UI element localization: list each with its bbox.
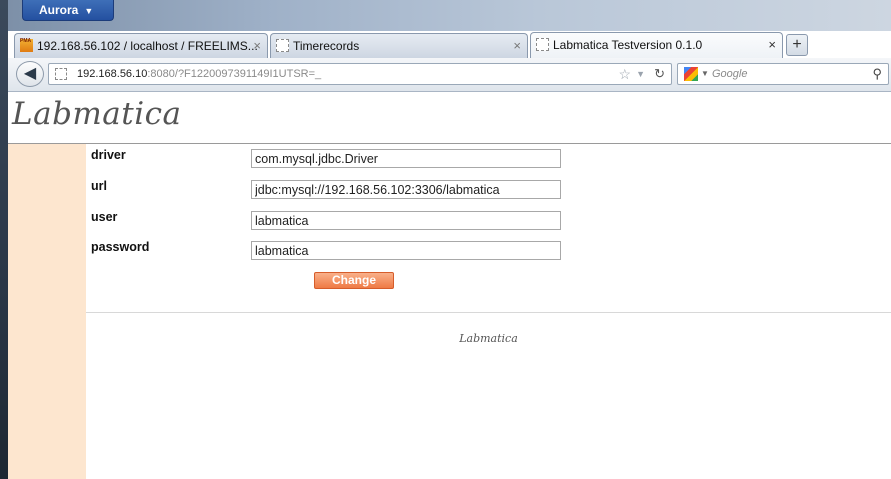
new-tab-button[interactable]: + <box>786 34 808 56</box>
field-row-driver: driver <box>86 144 891 168</box>
blank-page-icon <box>276 39 289 52</box>
tab-label: Labmatica Testversion 0.1.0 <box>553 38 703 52</box>
tab-strip: 192.168.56.102 / localhost / FREELIMS...… <box>8 31 891 59</box>
close-icon[interactable]: × <box>768 33 776 57</box>
address-bar[interactable]: 192.168.56.10:8080/?F1220097391149I1UTSR… <box>48 63 672 85</box>
phpmyadmin-icon <box>20 34 33 53</box>
back-arrow-icon[interactable]: ◀ <box>16 61 44 87</box>
reload-icon[interactable]: ↻ <box>654 64 665 84</box>
footer-divider <box>86 312 891 313</box>
search-input[interactable] <box>712 65 852 83</box>
app-menu-button[interactable]: Aurora ▼ <box>22 0 114 21</box>
window-titlebar: Aurora ▼ <box>8 0 891 31</box>
user-field[interactable] <box>251 211 561 230</box>
change-button[interactable]: Change <box>314 272 394 289</box>
tab-label: 192.168.56.102 / localhost / FREELIMS... <box>37 39 258 53</box>
navigation-toolbar: ◀ 192.168.56.10:8080/?F1220097391149I1UT… <box>8 58 891 92</box>
google-icon[interactable] <box>684 67 698 81</box>
page-content: Labmatica driver url user password Chang… <box>8 92 891 479</box>
tab-phpmyadmin[interactable]: 192.168.56.102 / localhost / FREELIMS...… <box>14 33 268 58</box>
field-label: password <box>91 240 150 254</box>
chevron-down-icon[interactable]: ▼ <box>701 64 709 84</box>
field-label: user <box>91 210 118 224</box>
left-sidebar <box>8 143 86 479</box>
site-logo: Labmatica <box>12 96 182 132</box>
tab-labmatica[interactable]: Labmatica Testversion 0.1.0 × <box>530 32 783 59</box>
tab-timerecords[interactable]: Timerecords × <box>270 33 528 58</box>
history-dropdown-icon[interactable]: ▼ <box>636 64 645 84</box>
bookmark-star-icon[interactable]: ☆ <box>618 64 631 84</box>
search-icon[interactable]: ⚲ <box>872 64 882 84</box>
site-identity-icon[interactable] <box>55 68 67 80</box>
driver-field[interactable] <box>251 149 561 168</box>
field-row-url: url <box>86 175 891 199</box>
close-icon[interactable]: × <box>253 34 261 58</box>
field-row-user: user <box>86 206 891 230</box>
url-field[interactable] <box>251 180 561 199</box>
chevron-down-icon: ▼ <box>84 6 94 16</box>
close-icon[interactable]: × <box>513 34 521 58</box>
tab-label: Timerecords <box>293 39 360 53</box>
field-row-password: password <box>86 236 891 260</box>
window-edge <box>0 0 8 479</box>
blank-page-icon <box>536 38 549 51</box>
search-bar[interactable]: ▼ ⚲ <box>677 63 889 85</box>
field-label: url <box>91 179 107 193</box>
footer-text: Labmatica <box>459 332 518 345</box>
password-field[interactable] <box>251 241 561 260</box>
field-label: driver <box>91 148 126 162</box>
url-text: 192.168.56.10:8080/?F1220097391149I1UTSR… <box>77 68 322 80</box>
